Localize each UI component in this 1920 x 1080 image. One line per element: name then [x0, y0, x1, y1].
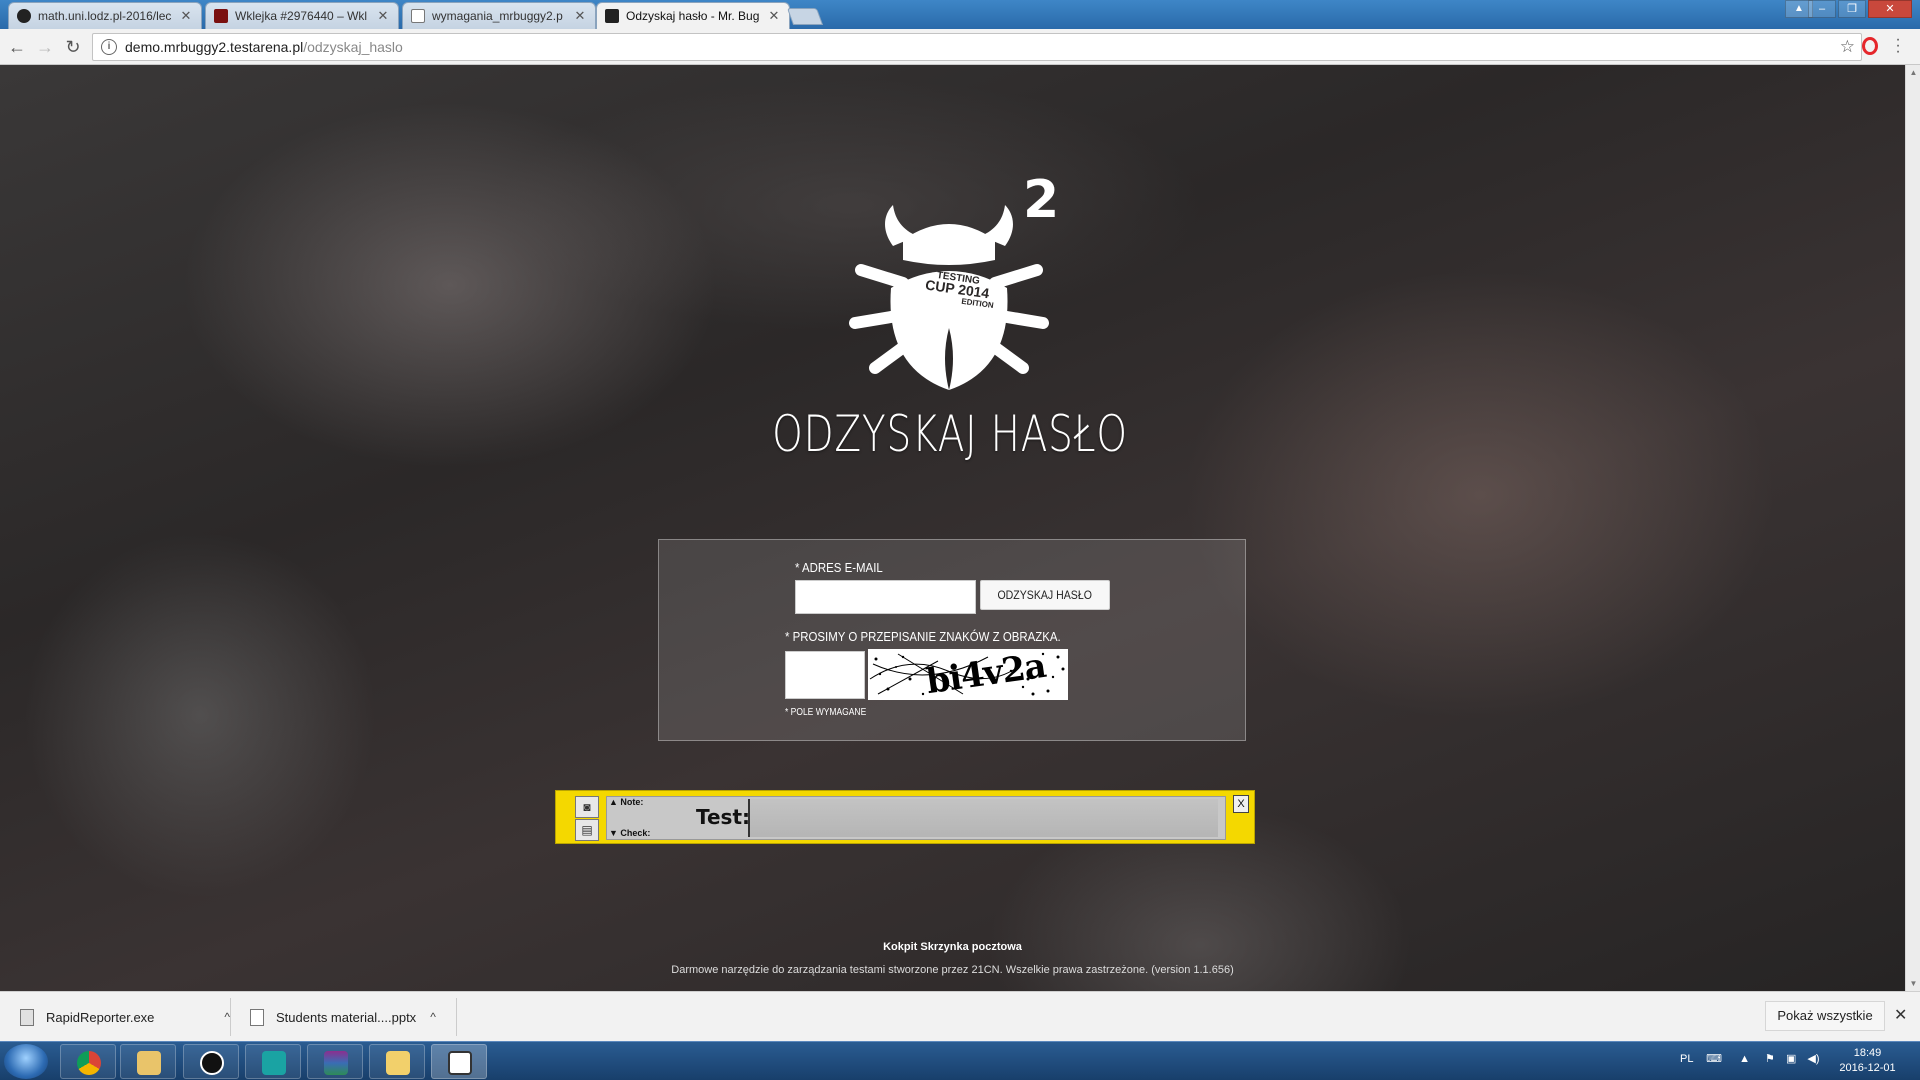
required-note: * POLE WYMAGANE: [785, 707, 867, 718]
chevron-up-icon[interactable]: ^: [430, 1010, 436, 1024]
tab-close-icon[interactable]: ✕: [573, 8, 587, 24]
taskbar-folder[interactable]: [369, 1044, 425, 1079]
download-item[interactable]: Students material....pptx ^: [250, 1000, 436, 1034]
windows-taskbar: PL ⌨ ▲ ⚑ ▣ ◀) 18:49 2016-12-01: [0, 1041, 1920, 1080]
rapid-reporter-bar[interactable]: ◙ ▤ ▲ Note: ▼ Check: Test: X: [555, 790, 1255, 844]
show-all-downloads-button[interactable]: Pokaż wszystkie: [1765, 1001, 1885, 1031]
recover-password-button-label: ODZYSKAJ HASŁO: [997, 588, 1093, 602]
show-hidden-icons[interactable]: ▲: [1739, 1053, 1750, 1065]
taskbar-notepad[interactable]: [431, 1044, 487, 1079]
recover-password-button[interactable]: ODZYSKAJ HASŁO: [980, 580, 1110, 610]
attachment-icon[interactable]: ▤: [575, 819, 599, 841]
clock-date: 2016-12-01: [1839, 1062, 1896, 1074]
taskbar-chrome[interactable]: [60, 1044, 116, 1079]
footer-link-mailbox[interactable]: Skrzynka pocztowa: [920, 941, 1021, 953]
logo-superscript: 2: [1023, 170, 1060, 230]
close-download-bar-icon[interactable]: ✕: [1894, 1005, 1907, 1025]
winrar-icon: [324, 1051, 348, 1075]
download-filename: Students material....pptx: [276, 1009, 417, 1025]
document-folder-icon: [386, 1051, 410, 1075]
system-tray: PL ⌨ ▲ ⚑ ▣ ◀): [1680, 1052, 1820, 1065]
footer-copyright: Darmowe narzędzie do zarządzania testami…: [671, 964, 1234, 976]
captcha-label: * PROSIMY O PRZEPISANIE ZNAKÓW Z OBRAZKA…: [785, 629, 1061, 644]
opera-icon[interactable]: [1862, 37, 1878, 55]
start-button[interactable]: [4, 1044, 48, 1079]
back-icon[interactable]: ←: [6, 36, 28, 58]
url-host: demo.mrbuggy2.testarena.pl: [125, 39, 304, 55]
vertical-scrollbar[interactable]: ▲ ▼: [1905, 65, 1920, 991]
address-bar[interactable]: i demo.mrbuggy2.testarena.pl/odzyskaj_ha…: [92, 33, 1862, 61]
new-tab-button[interactable]: [786, 8, 824, 25]
language-indicator[interactable]: PL: [1680, 1053, 1693, 1065]
scroll-up-icon[interactable]: ▲: [1906, 65, 1920, 80]
captcha-image: bi4v2a: [868, 649, 1068, 700]
close-window-icon[interactable]: ✕: [1868, 0, 1912, 18]
info-icon[interactable]: i: [101, 39, 117, 55]
download-filename: RapidReporter.exe: [46, 1009, 155, 1025]
browser-toolbar: ← → ↻ i demo.mrbuggy2.testarena.pl/odzys…: [0, 29, 1920, 65]
clock-time: 18:49: [1853, 1047, 1882, 1059]
tab-wklejka[interactable]: Wklejka #2976440 – Wkl ✕: [205, 2, 399, 29]
rr-note-input[interactable]: [748, 799, 1218, 837]
tab-title: Wklejka #2976440 – Wkl: [235, 9, 368, 23]
mrbuggy-logo: 2 TESTING CUP 2014 EDITION: [845, 170, 1065, 403]
menu-icon[interactable]: · · ·: [1894, 32, 1902, 60]
tab-close-icon[interactable]: ✕: [376, 8, 390, 24]
network-icon[interactable]: ▣: [1786, 1053, 1796, 1065]
wklejka-icon: [214, 9, 228, 23]
document-icon: [411, 9, 425, 23]
forward-icon[interactable]: →: [34, 36, 56, 58]
github-icon: [17, 9, 31, 23]
tab-title: math.uni.lodz.pl-2016/lec: [38, 9, 172, 23]
taskbar-winrar[interactable]: [307, 1044, 363, 1079]
exe-icon: [20, 1008, 34, 1026]
rr-close-button[interactable]: X: [1233, 795, 1249, 813]
tab-close-icon[interactable]: ✕: [179, 8, 193, 24]
rr-check-label[interactable]: ▼ Check:: [609, 828, 650, 838]
footer-links: Kokpit Skrzynka pocztowa: [0, 941, 1905, 953]
taskbar-maya[interactable]: [245, 1044, 301, 1079]
scroll-down-icon[interactable]: ▼: [1906, 976, 1920, 991]
minimize-icon[interactable]: –: [1808, 0, 1836, 18]
tab-close-icon[interactable]: ✕: [767, 8, 781, 24]
flag-icon[interactable]: ⚑: [1765, 1053, 1775, 1065]
maya-icon: [262, 1051, 286, 1075]
download-item[interactable]: RapidReporter.exe ^: [20, 1000, 230, 1034]
keyboard-icon[interactable]: ⌨: [1706, 1053, 1722, 1065]
system-clock[interactable]: 18:49 2016-12-01: [1830, 1046, 1905, 1076]
notepad-icon: [448, 1051, 472, 1075]
bookmark-star-icon[interactable]: ☆: [1840, 37, 1855, 57]
tab-odzyskaj-haslo[interactable]: Odzyskaj hasło - Mr. Bug ✕: [596, 2, 790, 29]
url-path: /odzyskaj_haslo: [303, 39, 403, 55]
divider: [230, 998, 231, 1036]
captcha-field[interactable]: [785, 651, 865, 699]
taskbar-unreal[interactable]: [183, 1044, 239, 1079]
divider: [456, 998, 457, 1036]
volume-icon[interactable]: ◀): [1807, 1053, 1819, 1065]
tab-title: Odzyskaj hasło - Mr. Bug: [626, 9, 760, 23]
footer-link-kokpit[interactable]: Kokpit: [883, 941, 917, 953]
tab-title: wymagania_mrbuggy2.p: [432, 9, 563, 23]
folder-icon: [137, 1051, 161, 1075]
maximize-icon[interactable]: ❐: [1838, 0, 1866, 18]
reload-icon[interactable]: ↻: [62, 36, 84, 58]
email-field[interactable]: [795, 580, 976, 614]
tab-wymagania[interactable]: wymagania_mrbuggy2.p ✕: [402, 2, 596, 29]
screenshot-icon[interactable]: ◙: [575, 796, 599, 818]
email-label: * ADRES E-MAIL: [795, 560, 883, 575]
unreal-icon: [200, 1051, 224, 1075]
download-bar: RapidReporter.exe ^ Students material...…: [0, 991, 1920, 1041]
browser-tab-strip: math.uni.lodz.pl-2016/lec ✕ Wklejka #297…: [0, 0, 1920, 29]
rr-note-label[interactable]: ▲ Note:: [609, 797, 643, 807]
file-icon: [250, 1008, 264, 1026]
page-title: ODZYSKAJ HASŁO: [772, 405, 1128, 463]
bug-icon: [605, 9, 619, 23]
chrome-icon: [77, 1051, 101, 1075]
taskbar-explorer[interactable]: [120, 1044, 176, 1079]
tab-github[interactable]: math.uni.lodz.pl-2016/lec ✕: [8, 2, 202, 29]
rr-type-label: Test:: [696, 805, 751, 829]
